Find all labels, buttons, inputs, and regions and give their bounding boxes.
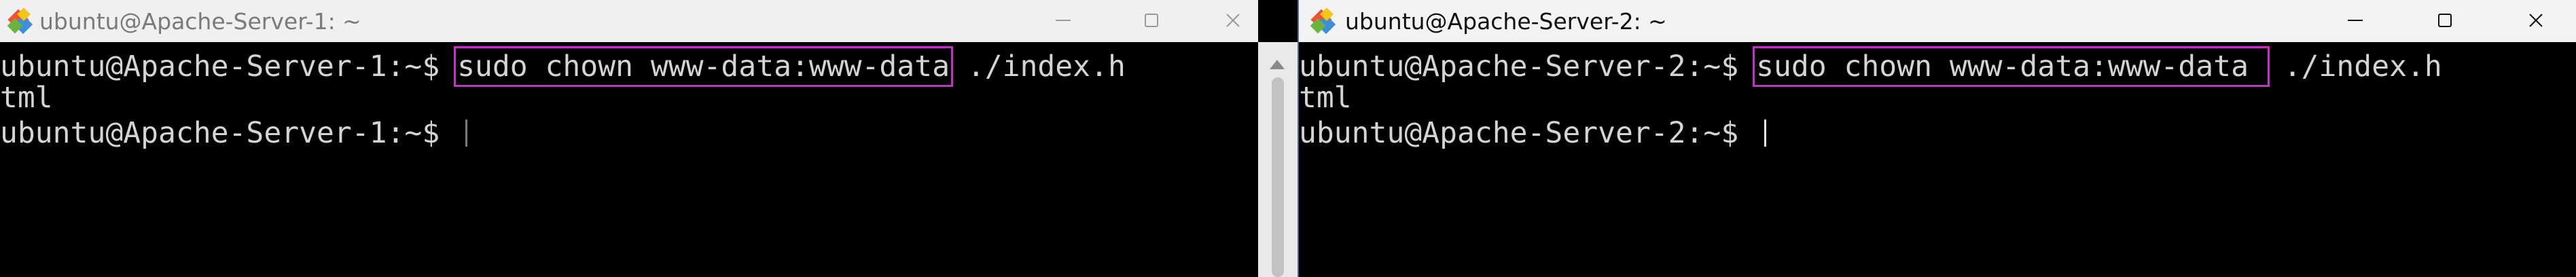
scroll-thumb[interactable] <box>1272 77 1284 277</box>
terminal-line: ubuntu@Apache-Server-1:~$ <box>0 116 468 150</box>
text-cursor <box>465 119 468 147</box>
terminal-line: tml <box>0 81 53 115</box>
terminal-window-1[interactable]: ubuntu@Apache-Server-1: ~ ubuntu@Apache-… <box>0 0 1258 277</box>
maximize-icon <box>1145 14 1158 27</box>
scroll-up-arrow-icon[interactable] <box>1270 60 1285 69</box>
minimize-button[interactable] <box>2318 0 2393 41</box>
git-bash-icon <box>7 7 33 35</box>
close-button[interactable] <box>2496 0 2576 41</box>
close-button[interactable] <box>1208 0 1258 41</box>
text-cursor <box>1764 119 1767 147</box>
close-icon <box>2529 14 2543 27</box>
window-title: ubuntu@Apache-Server-1: ~ <box>39 8 361 35</box>
desktop: ubuntu@Apache-Server-1: ~ ubuntu@Apache-… <box>0 0 2576 277</box>
terminal-line: tml <box>1299 81 1352 115</box>
terminal-line: ubuntu@Apache-Server-1:~$ sudo chown www… <box>0 46 1126 87</box>
highlighted-command: sudo chown www-data:www-data <box>454 46 953 87</box>
terminal-output[interactable]: ubuntu@Apache-Server-1:~$ sudo chown www… <box>0 42 1258 277</box>
prompt: ubuntu@Apache-Server-2:~$ <box>1299 116 1757 150</box>
prompt: ubuntu@Apache-Server-2:~$ <box>1299 50 1757 84</box>
highlighted-command: sudo chown www-data:www-data <box>1753 46 2270 87</box>
git-bash-icon <box>1310 7 1336 35</box>
terminal-line: ubuntu@Apache-Server-2:~$ sudo chown www… <box>1299 46 2442 87</box>
command-text: ./index.h <box>949 50 1126 84</box>
maximize-button[interactable] <box>1114 0 1189 41</box>
command-text: ./index.h <box>2266 50 2442 84</box>
terminal-output[interactable]: ubuntu@Apache-Server-2:~$ sudo chown www… <box>1299 42 2576 277</box>
title-bar[interactable]: ubuntu@Apache-Server-2: ~ <box>1299 0 2576 42</box>
minimize-icon <box>1056 20 1071 21</box>
close-icon <box>1226 14 1240 27</box>
terminal-window-2[interactable]: ubuntu@Apache-Server-2: ~ ubuntu@Apache-… <box>1298 0 2576 277</box>
prompt: ubuntu@Apache-Server-1:~$ <box>0 116 458 150</box>
maximize-button[interactable] <box>2408 0 2482 41</box>
terminal-line: ubuntu@Apache-Server-2:~$ <box>1299 116 1767 150</box>
maximize-icon <box>2438 14 2452 27</box>
scrollbar[interactable] <box>1258 42 1298 277</box>
window-title: ubuntu@Apache-Server-2: ~ <box>1345 8 1667 35</box>
minimize-button[interactable] <box>1026 0 1101 41</box>
minimize-icon <box>2348 20 2363 21</box>
prompt: ubuntu@Apache-Server-1:~$ <box>0 50 458 84</box>
title-bar[interactable]: ubuntu@Apache-Server-1: ~ <box>0 0 1258 42</box>
